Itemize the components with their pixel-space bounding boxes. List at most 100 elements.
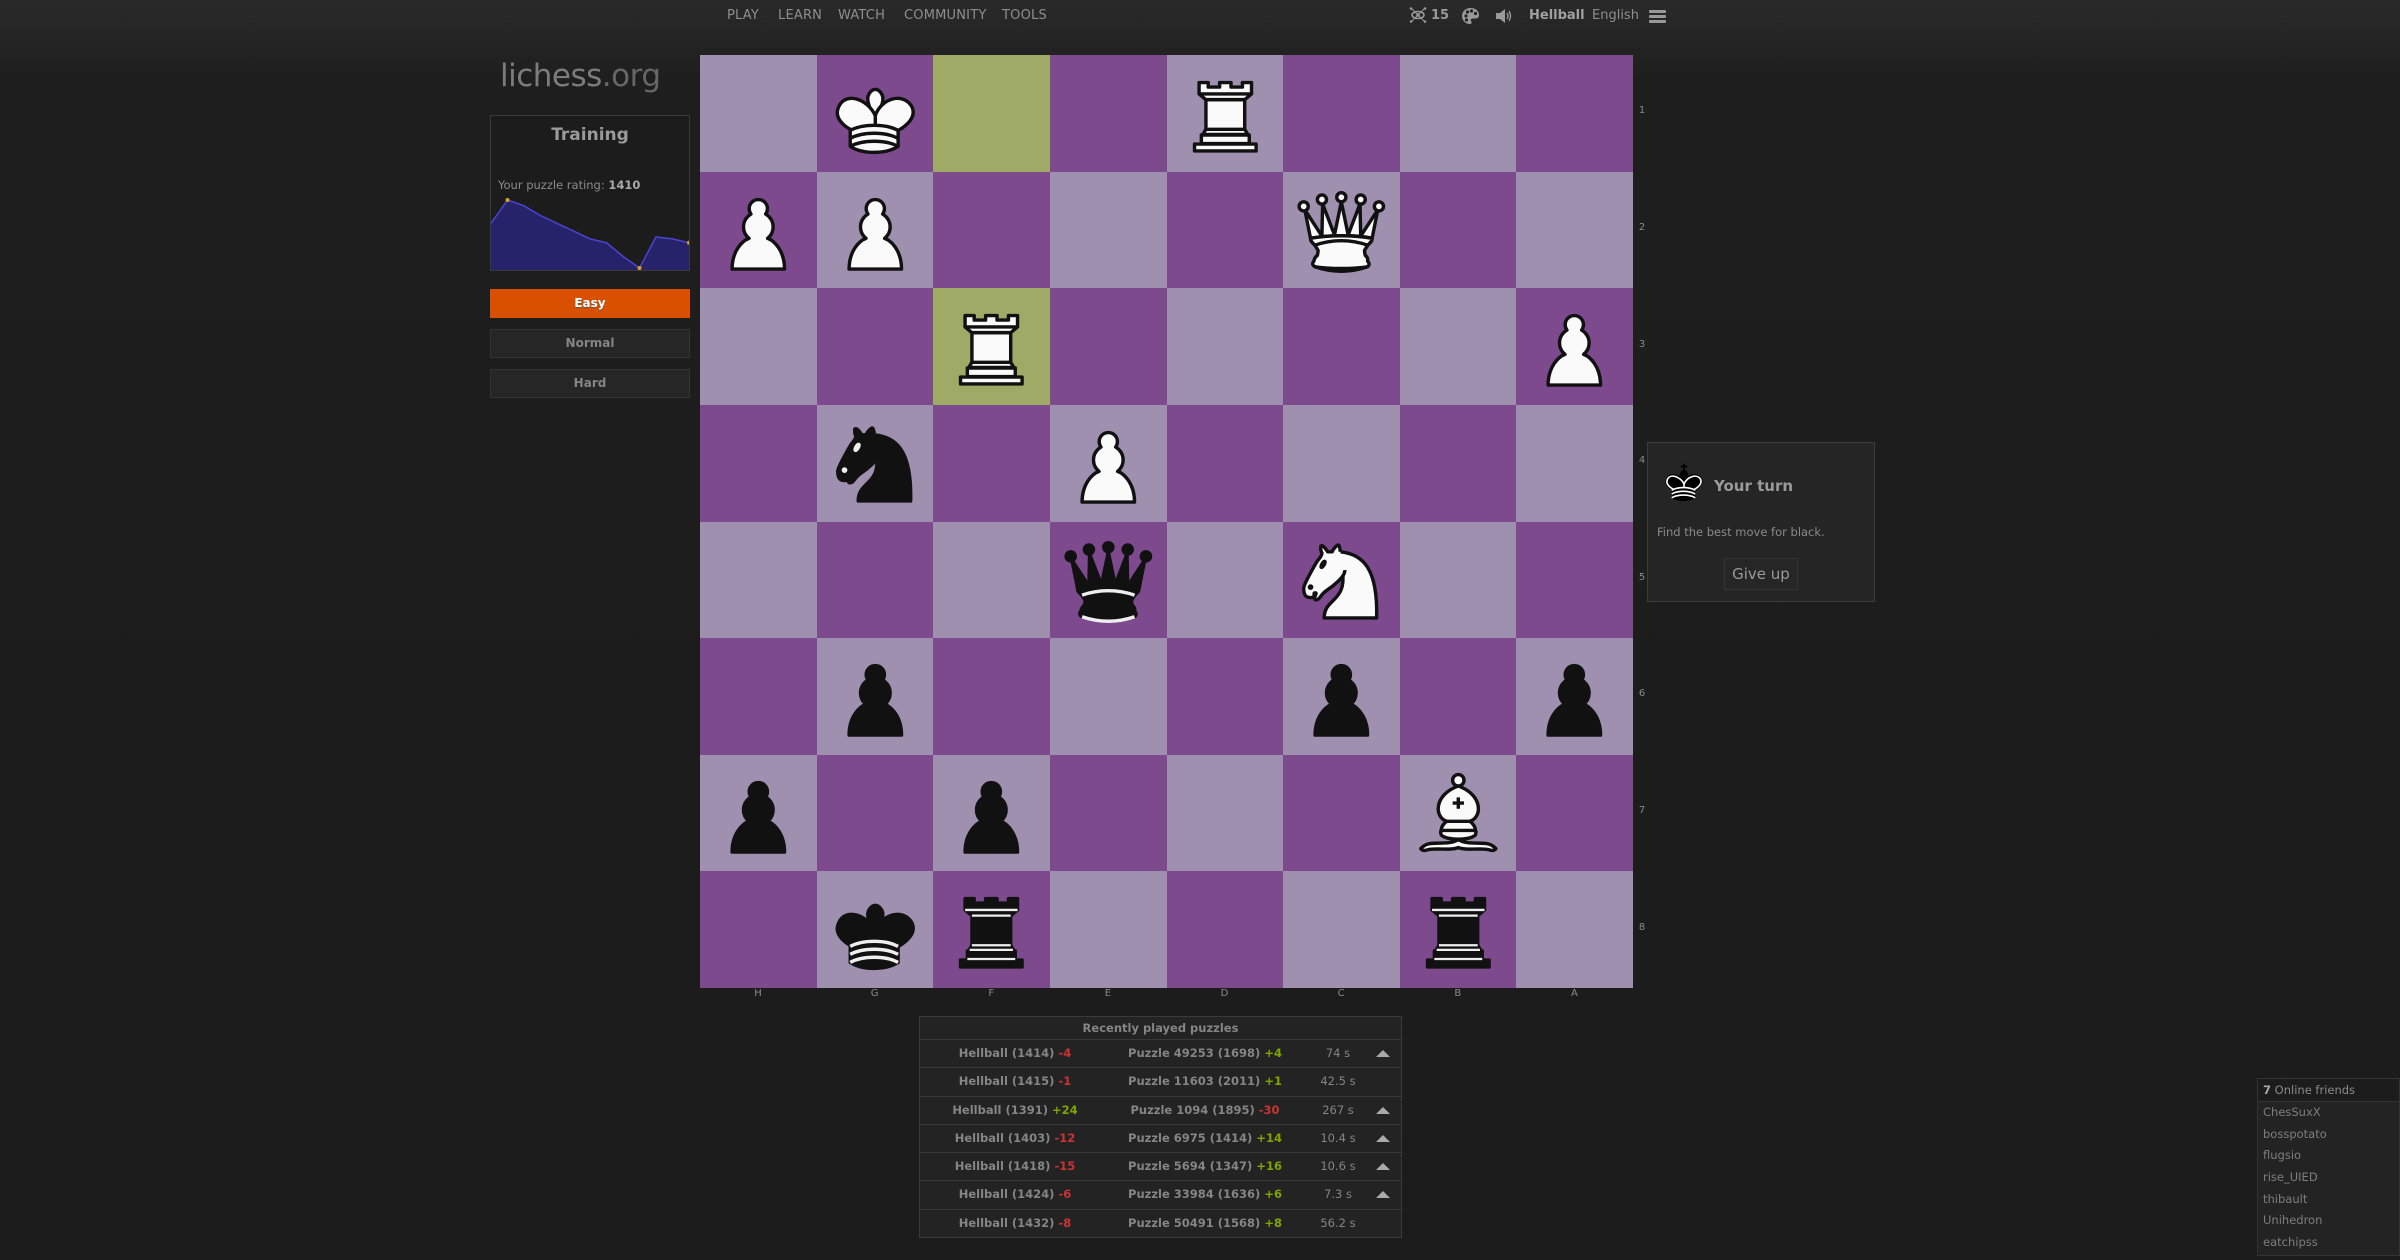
square-f8[interactable] xyxy=(933,871,1050,988)
row-vote[interactable] xyxy=(1368,1181,1398,1208)
difficulty-normal-button[interactable]: Normal xyxy=(490,329,690,358)
square-g3[interactable] xyxy=(816,288,934,405)
white-pawn-icon[interactable] xyxy=(1057,412,1160,515)
puzzle-history-row[interactable]: Hellball (1432) -8 Puzzle 50491 (1568) +8… xyxy=(920,1210,1401,1237)
user-menu[interactable]: Hellball xyxy=(1529,8,1585,23)
white-rook-icon[interactable] xyxy=(1174,62,1277,165)
square-h3[interactable] xyxy=(700,288,817,405)
square-c7[interactable] xyxy=(1283,754,1400,872)
square-b2[interactable] xyxy=(1399,171,1517,289)
square-b3[interactable] xyxy=(1399,288,1517,405)
square-e6[interactable] xyxy=(1049,638,1167,755)
black-pawn-icon[interactable] xyxy=(707,762,810,865)
square-e5[interactable] xyxy=(1049,521,1167,639)
square-e3[interactable] xyxy=(1049,288,1167,405)
friend-item[interactable]: rise_UIED xyxy=(2258,1167,2399,1189)
square-c5[interactable] xyxy=(1283,521,1400,639)
puzzle-history-row[interactable]: Hellball (1418) -15 Puzzle 5694 (1347) +1… xyxy=(920,1153,1401,1182)
square-d5[interactable] xyxy=(1166,521,1284,639)
black-rook-icon[interactable] xyxy=(940,878,1043,981)
difficulty-easy-button[interactable]: Easy xyxy=(490,289,690,318)
white-pawn-icon[interactable] xyxy=(707,179,810,282)
puzzle-history-row[interactable]: Hellball (1414) -4 Puzzle 49253 (1698) +4… xyxy=(920,1040,1401,1069)
square-a1[interactable] xyxy=(1516,55,1633,172)
row-vote[interactable] xyxy=(1368,1125,1398,1152)
upvote-icon[interactable] xyxy=(1376,1050,1390,1057)
row-puzzle[interactable]: Puzzle 49253 (1698) +4 xyxy=(1110,1040,1300,1067)
white-bishop-icon[interactable] xyxy=(1407,762,1510,865)
white-rook-icon[interactable] xyxy=(940,295,1043,398)
square-c1[interactable] xyxy=(1283,55,1400,172)
square-a7[interactable] xyxy=(1516,754,1633,872)
square-b5[interactable] xyxy=(1399,521,1517,639)
black-pawn-icon[interactable] xyxy=(1523,645,1626,748)
square-b8[interactable] xyxy=(1399,871,1517,988)
sound-button[interactable] xyxy=(1495,8,1513,24)
white-pawn-icon[interactable] xyxy=(824,179,927,282)
black-knight-icon[interactable] xyxy=(824,412,927,515)
square-f4[interactable] xyxy=(933,404,1050,522)
puzzle-rating[interactable]: Puzzle 49253 (1698) xyxy=(1128,1046,1260,1060)
difficulty-hard-button[interactable]: Hard xyxy=(490,369,690,398)
square-e7[interactable] xyxy=(1049,754,1167,872)
square-h6[interactable] xyxy=(700,638,817,755)
white-king-icon[interactable] xyxy=(824,62,927,165)
square-f2[interactable] xyxy=(933,171,1050,289)
white-pawn-icon[interactable] xyxy=(1523,295,1626,398)
puzzle-history-row[interactable]: Hellball (1415) -1 Puzzle 11603 (2011) +1… xyxy=(920,1068,1401,1097)
square-e8[interactable] xyxy=(1049,871,1167,988)
square-e1[interactable] xyxy=(1049,55,1167,172)
nav-learn[interactable]: LEARN xyxy=(778,8,822,23)
friend-item[interactable]: bosspotato xyxy=(2258,1124,2399,1146)
row-puzzle[interactable]: Puzzle 6975 (1414) +14 xyxy=(1110,1125,1300,1152)
square-d1[interactable] xyxy=(1166,55,1284,172)
square-b4[interactable] xyxy=(1399,404,1517,522)
square-g4[interactable] xyxy=(816,404,934,522)
theme-button[interactable] xyxy=(1461,7,1480,25)
square-g8[interactable] xyxy=(816,871,934,988)
row-puzzle[interactable]: Puzzle 1094 (1895) -30 xyxy=(1110,1097,1300,1124)
square-d3[interactable] xyxy=(1166,288,1284,405)
give-up-button[interactable]: Give up xyxy=(1724,558,1798,590)
square-c3[interactable] xyxy=(1283,288,1400,405)
square-a8[interactable] xyxy=(1516,871,1633,988)
puzzle-rating[interactable]: Puzzle 33984 (1636) xyxy=(1128,1187,1260,1201)
chess-board[interactable] xyxy=(700,55,1633,988)
square-c4[interactable] xyxy=(1283,404,1400,522)
square-e4[interactable] xyxy=(1049,404,1167,522)
puzzle-rating[interactable]: Puzzle 5694 (1347) xyxy=(1128,1159,1252,1173)
upvote-icon[interactable] xyxy=(1376,1191,1390,1199)
square-a2[interactable] xyxy=(1516,171,1633,289)
square-h7[interactable] xyxy=(700,754,817,872)
white-knight-icon[interactable] xyxy=(1290,529,1393,632)
square-f6[interactable] xyxy=(933,638,1050,755)
spectators-button[interactable]: 15 xyxy=(1409,7,1449,23)
square-b1[interactable] xyxy=(1399,55,1517,172)
square-c2[interactable] xyxy=(1283,171,1400,289)
nav-play[interactable]: PLAY xyxy=(727,8,759,23)
friend-item[interactable]: Unihedron xyxy=(2258,1210,2399,1232)
square-g1[interactable] xyxy=(816,55,934,172)
row-vote[interactable] xyxy=(1368,1040,1398,1067)
square-h4[interactable] xyxy=(700,404,817,522)
puzzle-rating[interactable]: Puzzle 50491 (1568) xyxy=(1128,1216,1260,1230)
white-queen-icon[interactable] xyxy=(1290,179,1393,282)
friend-item[interactable]: thibault xyxy=(2258,1189,2399,1211)
square-g7[interactable] xyxy=(816,754,934,872)
black-rook-icon[interactable] xyxy=(1407,878,1510,981)
puzzle-history-row[interactable]: Hellball (1391) +24 Puzzle 1094 (1895) -3… xyxy=(920,1097,1401,1125)
black-queen-icon[interactable] xyxy=(1057,529,1160,632)
upvote-icon[interactable] xyxy=(1376,1134,1390,1142)
black-pawn-icon[interactable] xyxy=(1290,645,1393,748)
puzzle-rating[interactable]: Puzzle 11603 (2011) xyxy=(1128,1074,1260,1088)
row-puzzle[interactable]: Puzzle 5694 (1347) +16 xyxy=(1110,1153,1300,1180)
square-a6[interactable] xyxy=(1516,638,1633,755)
row-puzzle[interactable]: Puzzle 50491 (1568) +8 xyxy=(1110,1210,1300,1237)
square-b7[interactable] xyxy=(1399,754,1517,872)
square-f7[interactable] xyxy=(933,754,1050,872)
nav-community[interactable]: COMMUNITY xyxy=(904,8,987,23)
square-a5[interactable] xyxy=(1516,521,1633,639)
square-a4[interactable] xyxy=(1516,404,1633,522)
square-d7[interactable] xyxy=(1166,754,1284,872)
square-c6[interactable] xyxy=(1283,638,1400,755)
